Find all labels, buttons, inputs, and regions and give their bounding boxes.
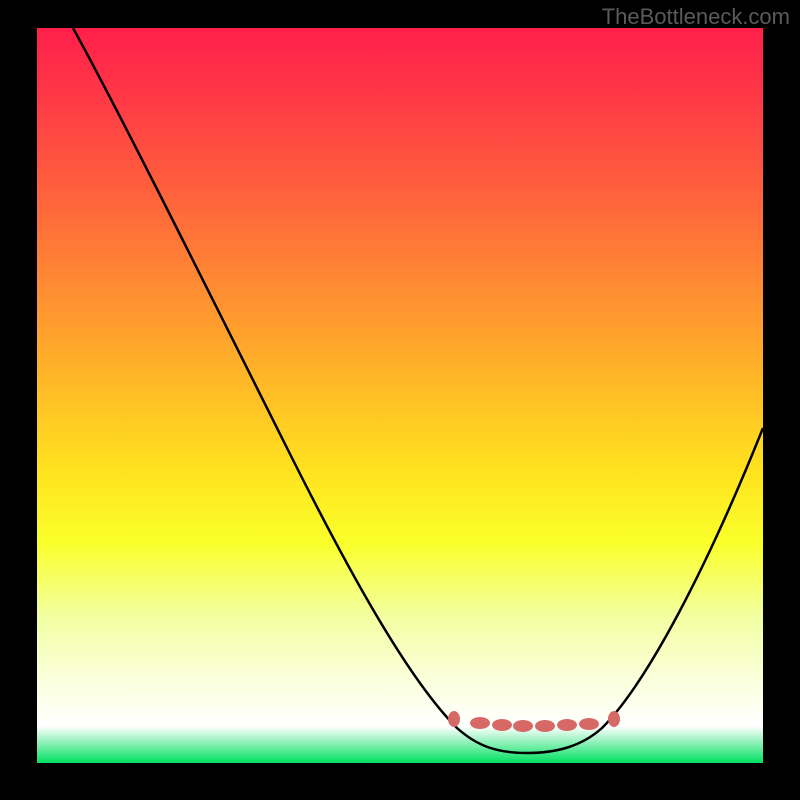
curve-svg xyxy=(37,28,763,763)
marker-dot xyxy=(492,719,512,731)
watermark-text: TheBottleneck.com xyxy=(602,4,790,30)
chart-plot-area xyxy=(37,28,763,763)
marker-dot xyxy=(579,718,599,730)
marker-dot xyxy=(513,720,533,732)
marker-dot xyxy=(448,711,460,727)
marker-dot xyxy=(535,720,555,732)
marker-dot xyxy=(557,719,577,731)
marker-dot xyxy=(608,711,620,727)
marker-strip xyxy=(37,711,763,731)
marker-dot xyxy=(470,717,490,729)
bottleneck-curve xyxy=(73,28,763,753)
